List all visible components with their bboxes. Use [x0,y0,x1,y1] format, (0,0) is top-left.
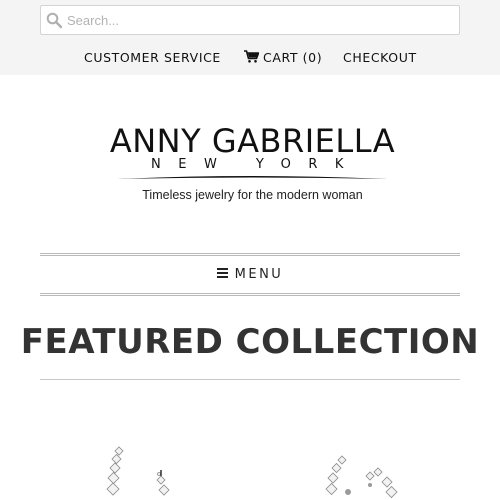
cart-icon [244,50,259,63]
brand-logo[interactable]: ANNY GABRIELLA NEW YORK Timeless jewelry… [95,112,410,207]
section-title: FEATURED COLLECTION [20,322,480,362]
cart-link[interactable]: CART (0) [244,50,322,65]
top-bar: CUSTOMER SERVICE CART (0) CHECKOUT [0,0,500,75]
customer-service-link[interactable]: CUSTOMER SERVICE [84,50,221,65]
cart-count: (0) [302,50,323,65]
product-image-earrings-left[interactable] [95,440,205,500]
top-nav: CUSTOMER SERVICE CART (0) CHECKOUT [0,50,500,70]
search-box[interactable] [40,5,460,35]
logo-brand-name: ANNY GABRIELLA [109,122,396,160]
search-input[interactable] [67,6,452,34]
search-icon [46,12,63,29]
product-image-earrings-right[interactable] [310,440,420,500]
cart-label: CART [263,50,299,65]
logo-swoosh [117,176,387,179]
logo-tagline: Timeless jewelry for the modern woman [142,188,363,202]
checkout-link[interactable]: CHECKOUT [343,50,417,65]
logo-city: NEW YORK [151,157,361,172]
section-divider [40,379,460,380]
hamburger-icon [216,268,228,278]
menu-label: MENU [234,267,284,282]
menu-toggle[interactable]: MENU [40,253,460,296]
